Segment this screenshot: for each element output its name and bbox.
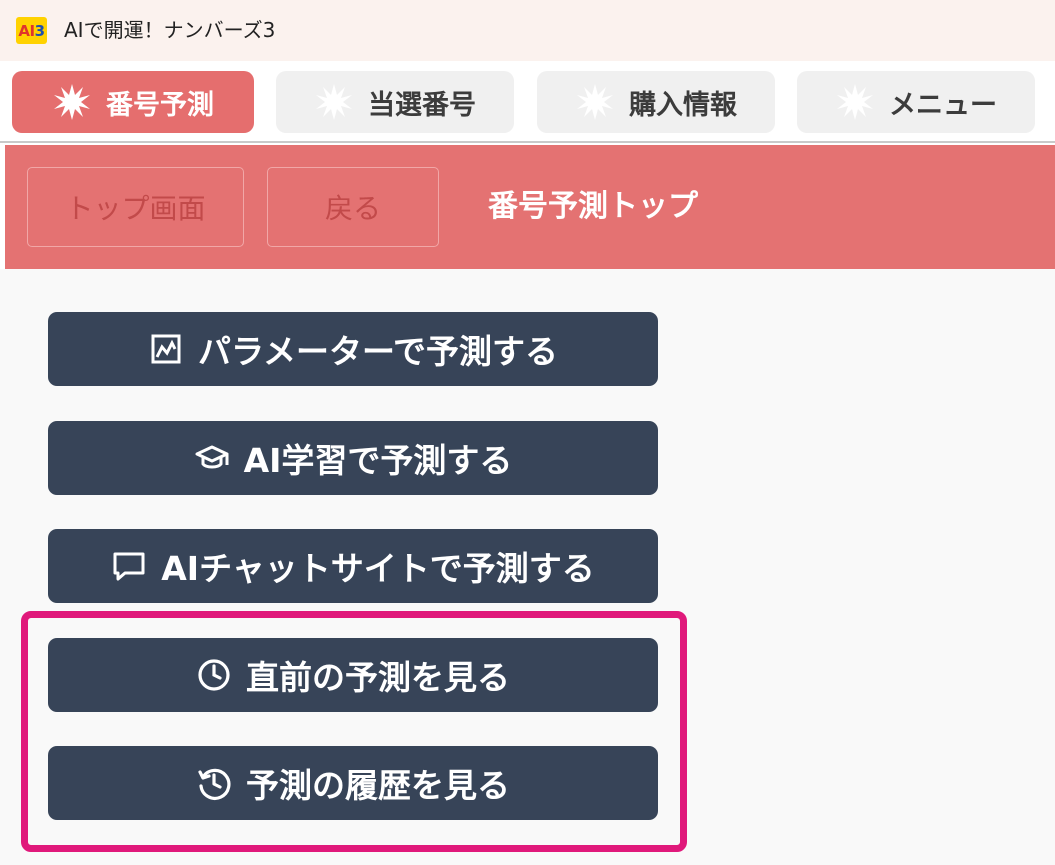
predict-by-ai-chat-button[interactable]: AIチャットサイトで予測する [48, 529, 658, 603]
tab-label: 番号予測 [106, 89, 214, 121]
app-logo: AI 3 [16, 17, 47, 44]
burst-icon [52, 82, 92, 122]
tab-bar: 番号予測 当選番号 購入情報 メニュー [0, 61, 1055, 143]
tab-purchase-info[interactable]: 購入情報 [537, 71, 775, 133]
chat-bubble-icon [111, 548, 147, 584]
tab-label: 購入情報 [629, 89, 737, 121]
tab-winning-numbers[interactable]: 当選番号 [276, 71, 514, 133]
tab-label: 当選番号 [368, 89, 476, 121]
predict-by-parameter-button[interactable]: パラメーターで予測する [48, 312, 658, 386]
button-label: AI学習で予測する [243, 441, 513, 480]
button-label: パラメーターで予測する [197, 332, 559, 371]
graduation-cap-icon [194, 440, 230, 476]
title-bar: AI 3 AIで開運！ナンバーズ3 [0, 0, 1055, 61]
window-title: AIで開運！ナンバーズ3 [64, 18, 276, 42]
burst-icon [314, 82, 354, 122]
chart-frame-icon [148, 331, 184, 367]
tab-menu[interactable]: メニュー [797, 71, 1035, 133]
page-title: 番号予測トップ [488, 189, 698, 224]
top-screen-button[interactable]: トップ画面 [27, 167, 244, 247]
button-label: AIチャットサイトで予測する [161, 549, 595, 588]
back-button[interactable]: 戻る [267, 167, 439, 247]
page-header: トップ画面 戻る 番号予測トップ [5, 145, 1055, 269]
burst-icon [575, 82, 615, 122]
app-logo-text-a: AI [18, 21, 35, 40]
tab-label: メニュー [889, 89, 997, 121]
highlight-frame [21, 611, 687, 852]
app-logo-text-b: 3 [34, 21, 45, 40]
tab-prediction[interactable]: 番号予測 [12, 71, 254, 133]
burst-icon [835, 82, 875, 122]
predict-by-ai-learning-button[interactable]: AI学習で予測する [48, 421, 658, 495]
